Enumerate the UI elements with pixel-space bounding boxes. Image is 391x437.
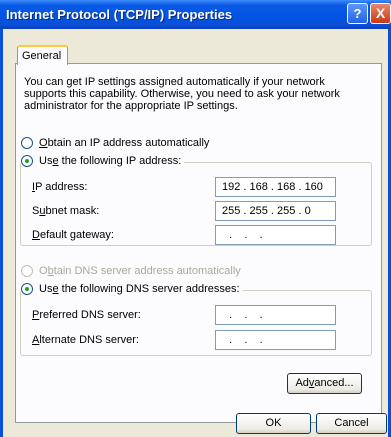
radio-use-following-dns-label: Use the following DNS server addresses: xyxy=(39,283,240,295)
intro-text: You can get IP settings assigned automat… xyxy=(24,76,340,112)
default-gateway-label: Default gateway: xyxy=(32,229,114,241)
radio-use-following-dns[interactable]: Use the following DNS server addresses: xyxy=(21,283,243,296)
ok-button[interactable]: OK xyxy=(236,413,311,434)
help-icon: ? xyxy=(353,6,362,21)
radio-obtain-ip-auto-label: Obtain an IP address automatically xyxy=(39,137,210,149)
radio-use-following-ip[interactable]: Use the following IP address: xyxy=(21,155,185,168)
preferred-dns-label: Preferred DNS server: xyxy=(32,309,141,321)
subnet-mask-input[interactable]: 255 . 255 . 255 . 0 xyxy=(215,201,336,221)
alternate-dns-label: Alternate DNS server: xyxy=(32,334,139,346)
ip-address-input[interactable]: 192 . 168 . 168 . 160 xyxy=(215,177,336,197)
radio-obtain-ip-auto[interactable]: Obtain an IP address automatically xyxy=(21,137,210,150)
radio-obtain-dns-auto-indicator[interactable] xyxy=(21,265,33,278)
radio-obtain-dns-auto-label: Obtain DNS server address automatically xyxy=(39,265,241,277)
radio-use-following-dns-indicator[interactable] xyxy=(21,283,33,296)
tab-general[interactable]: General xyxy=(17,45,68,65)
alternate-dns-dots: . . . xyxy=(223,334,263,346)
tab-general-label: General xyxy=(22,50,62,62)
radio-use-following-ip-label: Use the following IP address: xyxy=(39,155,182,167)
preferred-dns-dots: . . . xyxy=(223,309,263,321)
help-button[interactable]: ? xyxy=(347,3,368,24)
ip-address-label: IP address: xyxy=(32,181,88,193)
default-gateway-dots: . . . xyxy=(223,229,263,241)
radio-use-following-ip-indicator[interactable] xyxy=(21,155,33,168)
close-icon: X xyxy=(375,5,386,21)
window-title: Internet Protocol (TCP/IP) Properties xyxy=(6,7,233,22)
cancel-button[interactable]: Cancel xyxy=(316,413,387,434)
subnet-mask-label: Subnet mask: xyxy=(32,205,100,217)
title-bar[interactable]: Internet Protocol (TCP/IP) Properties ? … xyxy=(0,0,391,29)
advanced-button[interactable]: Advanced... xyxy=(287,373,362,394)
close-button[interactable]: X xyxy=(370,3,391,24)
radio-obtain-dns-auto[interactable]: Obtain DNS server address automatically xyxy=(21,265,241,278)
radio-obtain-ip-auto-indicator[interactable] xyxy=(21,137,33,150)
